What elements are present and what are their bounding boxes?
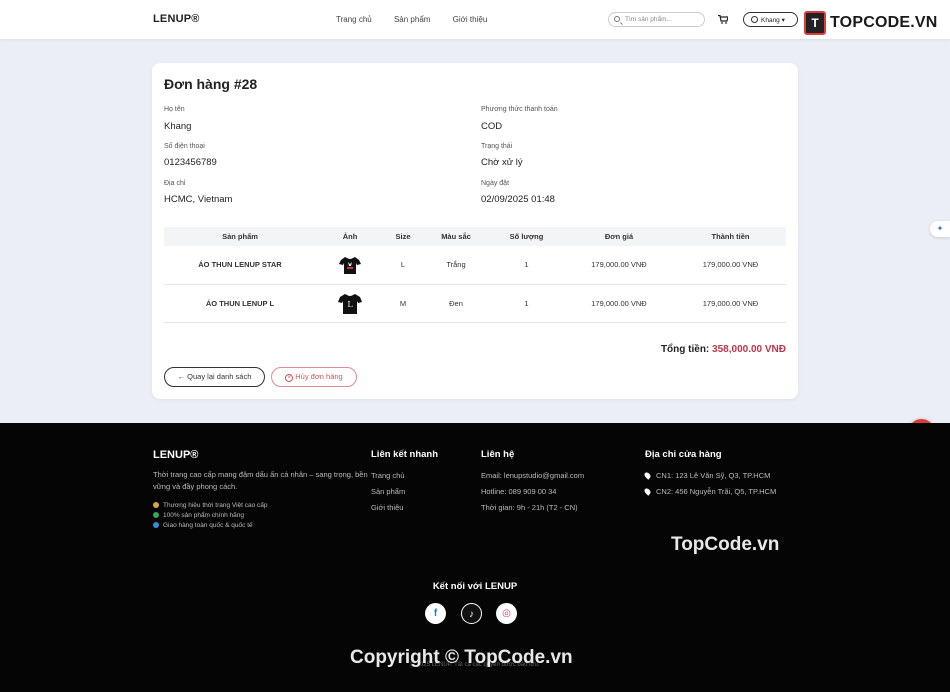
site-footer: LENUP® Thời trang cao cấp mang đậm dấu ấ… bbox=[0, 423, 950, 692]
payment-value: COD bbox=[481, 121, 503, 132]
order-detail-card: Đơn hàng #28 Họ tên Khang Số điện thoại … bbox=[152, 63, 798, 399]
name-label: Họ tên bbox=[164, 106, 185, 113]
footer-description: Thời trang cao cấp mang đậm dấu ấn cá nh… bbox=[153, 470, 368, 491]
top-navbar: LENUP® Trang chủ Sản phẩm Giới thiệu Tìm… bbox=[0, 0, 950, 39]
footer-link-home[interactable]: Trang chủ bbox=[371, 471, 405, 480]
phone-value: 0123456789 bbox=[164, 157, 217, 168]
highlight-item: 100% sản phẩm chính hãng bbox=[153, 512, 268, 519]
footer-highlights: Thương hiệu thời trang Việt cao cấp 100%… bbox=[153, 502, 268, 532]
stores-title: Địa chỉ cửa hàng bbox=[645, 449, 722, 460]
contact-hours: Thời gian: 9h - 21h (T2 - CN) bbox=[481, 503, 578, 512]
tiktok-icon[interactable]: ♪ bbox=[461, 603, 482, 624]
col-size: Size bbox=[384, 227, 422, 246]
col-quantity: Số lượng bbox=[490, 227, 563, 246]
footer-link-products[interactable]: Sản phẩm bbox=[371, 487, 405, 496]
side-widget-icon[interactable]: ✦ bbox=[930, 221, 950, 237]
product-name[interactable]: ÁO THUN LENUP L bbox=[164, 284, 316, 323]
copyright-watermark: Copyright © TopCode.vn bbox=[350, 647, 573, 668]
date-value: 02/09/2025 01:48 bbox=[481, 194, 555, 205]
col-unit-price: Đơn giá bbox=[563, 227, 675, 246]
search-icon bbox=[614, 16, 620, 22]
name-value: Khang bbox=[164, 121, 192, 132]
cancel-circle-icon: × bbox=[285, 374, 294, 382]
footer-link-about[interactable]: Giới thiệu bbox=[371, 503, 403, 512]
col-color: Màu sắc bbox=[422, 227, 490, 246]
brand-logo[interactable]: LENUP® bbox=[153, 13, 200, 25]
facebook-icon[interactable]: f bbox=[425, 603, 446, 624]
product-price: 179,000.00 VNĐ bbox=[563, 246, 675, 285]
contact-hotline[interactable]: Hotline: 089 909 00 34 bbox=[481, 487, 556, 496]
instagram-icon[interactable]: ◎ bbox=[496, 603, 517, 624]
user-icon bbox=[751, 16, 758, 23]
product-name[interactable]: ÁO THUN LENUP STAR bbox=[164, 246, 316, 285]
tshirt-image[interactable] bbox=[337, 252, 363, 278]
location-pin-icon bbox=[643, 487, 652, 496]
product-image-cell bbox=[316, 246, 384, 285]
col-product: Sản phẩm bbox=[164, 227, 316, 246]
status-value: Chờ xử lý bbox=[481, 157, 523, 168]
highlight-item: Giao hàng toàn quốc & quốc tế bbox=[153, 522, 268, 529]
svg-text:L: L bbox=[347, 300, 353, 309]
product-color: Trắng bbox=[422, 246, 490, 285]
search-input[interactable]: Tìm sản phẩm... bbox=[608, 12, 705, 27]
topcode-watermark-logo: T TOPCODE.VN bbox=[804, 11, 938, 35]
page-title: Đơn hàng #28 bbox=[164, 76, 258, 92]
payment-label: Phương thức thanh toán bbox=[481, 106, 558, 113]
col-image: Ảnh bbox=[316, 227, 384, 246]
search-placeholder: Tìm sản phẩm... bbox=[625, 16, 672, 23]
product-qty: 1 bbox=[490, 284, 563, 323]
nav-home[interactable]: Trang chủ bbox=[336, 15, 372, 24]
total-label: Tổng tiền: bbox=[660, 344, 710, 355]
contact-title: Liên hệ bbox=[481, 449, 515, 460]
user-name: Khang ▾ bbox=[761, 17, 785, 24]
connect-title: Kết nối với LENUP bbox=[432, 581, 518, 592]
order-total: Tổng tiền: 358,000.00 VNĐ bbox=[661, 344, 786, 355]
quick-links-title: Liên kết nhanh bbox=[371, 449, 439, 460]
product-price: 179,000.00 VNĐ bbox=[563, 284, 675, 323]
product-qty: 1 bbox=[490, 246, 563, 285]
cancel-order-button[interactable]: × Hủy đơn hàng bbox=[271, 367, 357, 387]
table-row: ÁO THUN LENUP L L M Đen 1 179,000.00 VNĐ… bbox=[164, 284, 786, 323]
cancel-order-label: Hủy đơn hàng bbox=[295, 372, 343, 381]
footer-brand: LENUP® bbox=[153, 449, 199, 461]
nav-about[interactable]: Giới thiệu bbox=[453, 15, 488, 24]
product-subtotal: 179,000.00 VNĐ bbox=[675, 246, 786, 285]
col-subtotal: Thành tiền bbox=[675, 227, 786, 246]
product-size: L bbox=[384, 246, 422, 285]
product-subtotal: 179,000.00 VNĐ bbox=[675, 284, 786, 323]
total-amount: 358,000.00 VNĐ bbox=[712, 344, 786, 355]
globe-icon bbox=[153, 522, 159, 528]
medal-icon bbox=[153, 502, 159, 508]
back-to-list-button[interactable]: ← Quay lại danh sách bbox=[164, 367, 265, 387]
contact-email[interactable]: Email: lenupstudio@gmail.com bbox=[481, 471, 584, 480]
table-row: ÁO THUN LENUP STAR L Trắng 1 179,000.00 … bbox=[164, 246, 786, 285]
topcode-watermark-text: TopCode.vn bbox=[671, 534, 780, 555]
product-color: Đen bbox=[422, 284, 490, 323]
nav-products[interactable]: Sản phẩm bbox=[394, 15, 430, 24]
check-icon bbox=[153, 512, 159, 518]
topcode-logo-icon: T bbox=[804, 11, 826, 35]
table-header-row: Sản phẩm Ảnh Size Màu sắc Số lượng Đơn g… bbox=[164, 227, 786, 246]
cart-icon[interactable] bbox=[718, 15, 728, 24]
location-pin-icon bbox=[643, 471, 652, 480]
store-address: CN2: 456 Nguyễn Trãi, Q5, TP.HCM bbox=[643, 487, 776, 496]
product-size: M bbox=[384, 284, 422, 323]
user-menu-button[interactable]: Khang ▾ bbox=[743, 12, 798, 27]
tshirt-image[interactable]: L bbox=[337, 290, 363, 316]
date-label: Ngày đặt bbox=[481, 180, 510, 187]
status-label: Trạng thái bbox=[481, 143, 513, 150]
product-image-cell: L bbox=[316, 284, 384, 323]
phone-label: Số điện thoại bbox=[164, 143, 205, 150]
topcode-logo-text: TOPCODE.VN bbox=[830, 14, 938, 31]
main-nav: Trang chủ Sản phẩm Giới thiệu bbox=[336, 15, 507, 24]
order-items-table: Sản phẩm Ảnh Size Màu sắc Số lượng Đơn g… bbox=[164, 227, 786, 323]
address-value: HCMC, Vietnam bbox=[164, 194, 233, 205]
highlight-item: Thương hiệu thời trang Việt cao cấp bbox=[153, 502, 268, 509]
store-address: CN1: 123 Lê Văn Sỹ, Q3, TP.HCM bbox=[643, 471, 770, 480]
address-label: Địa chỉ bbox=[164, 180, 186, 187]
